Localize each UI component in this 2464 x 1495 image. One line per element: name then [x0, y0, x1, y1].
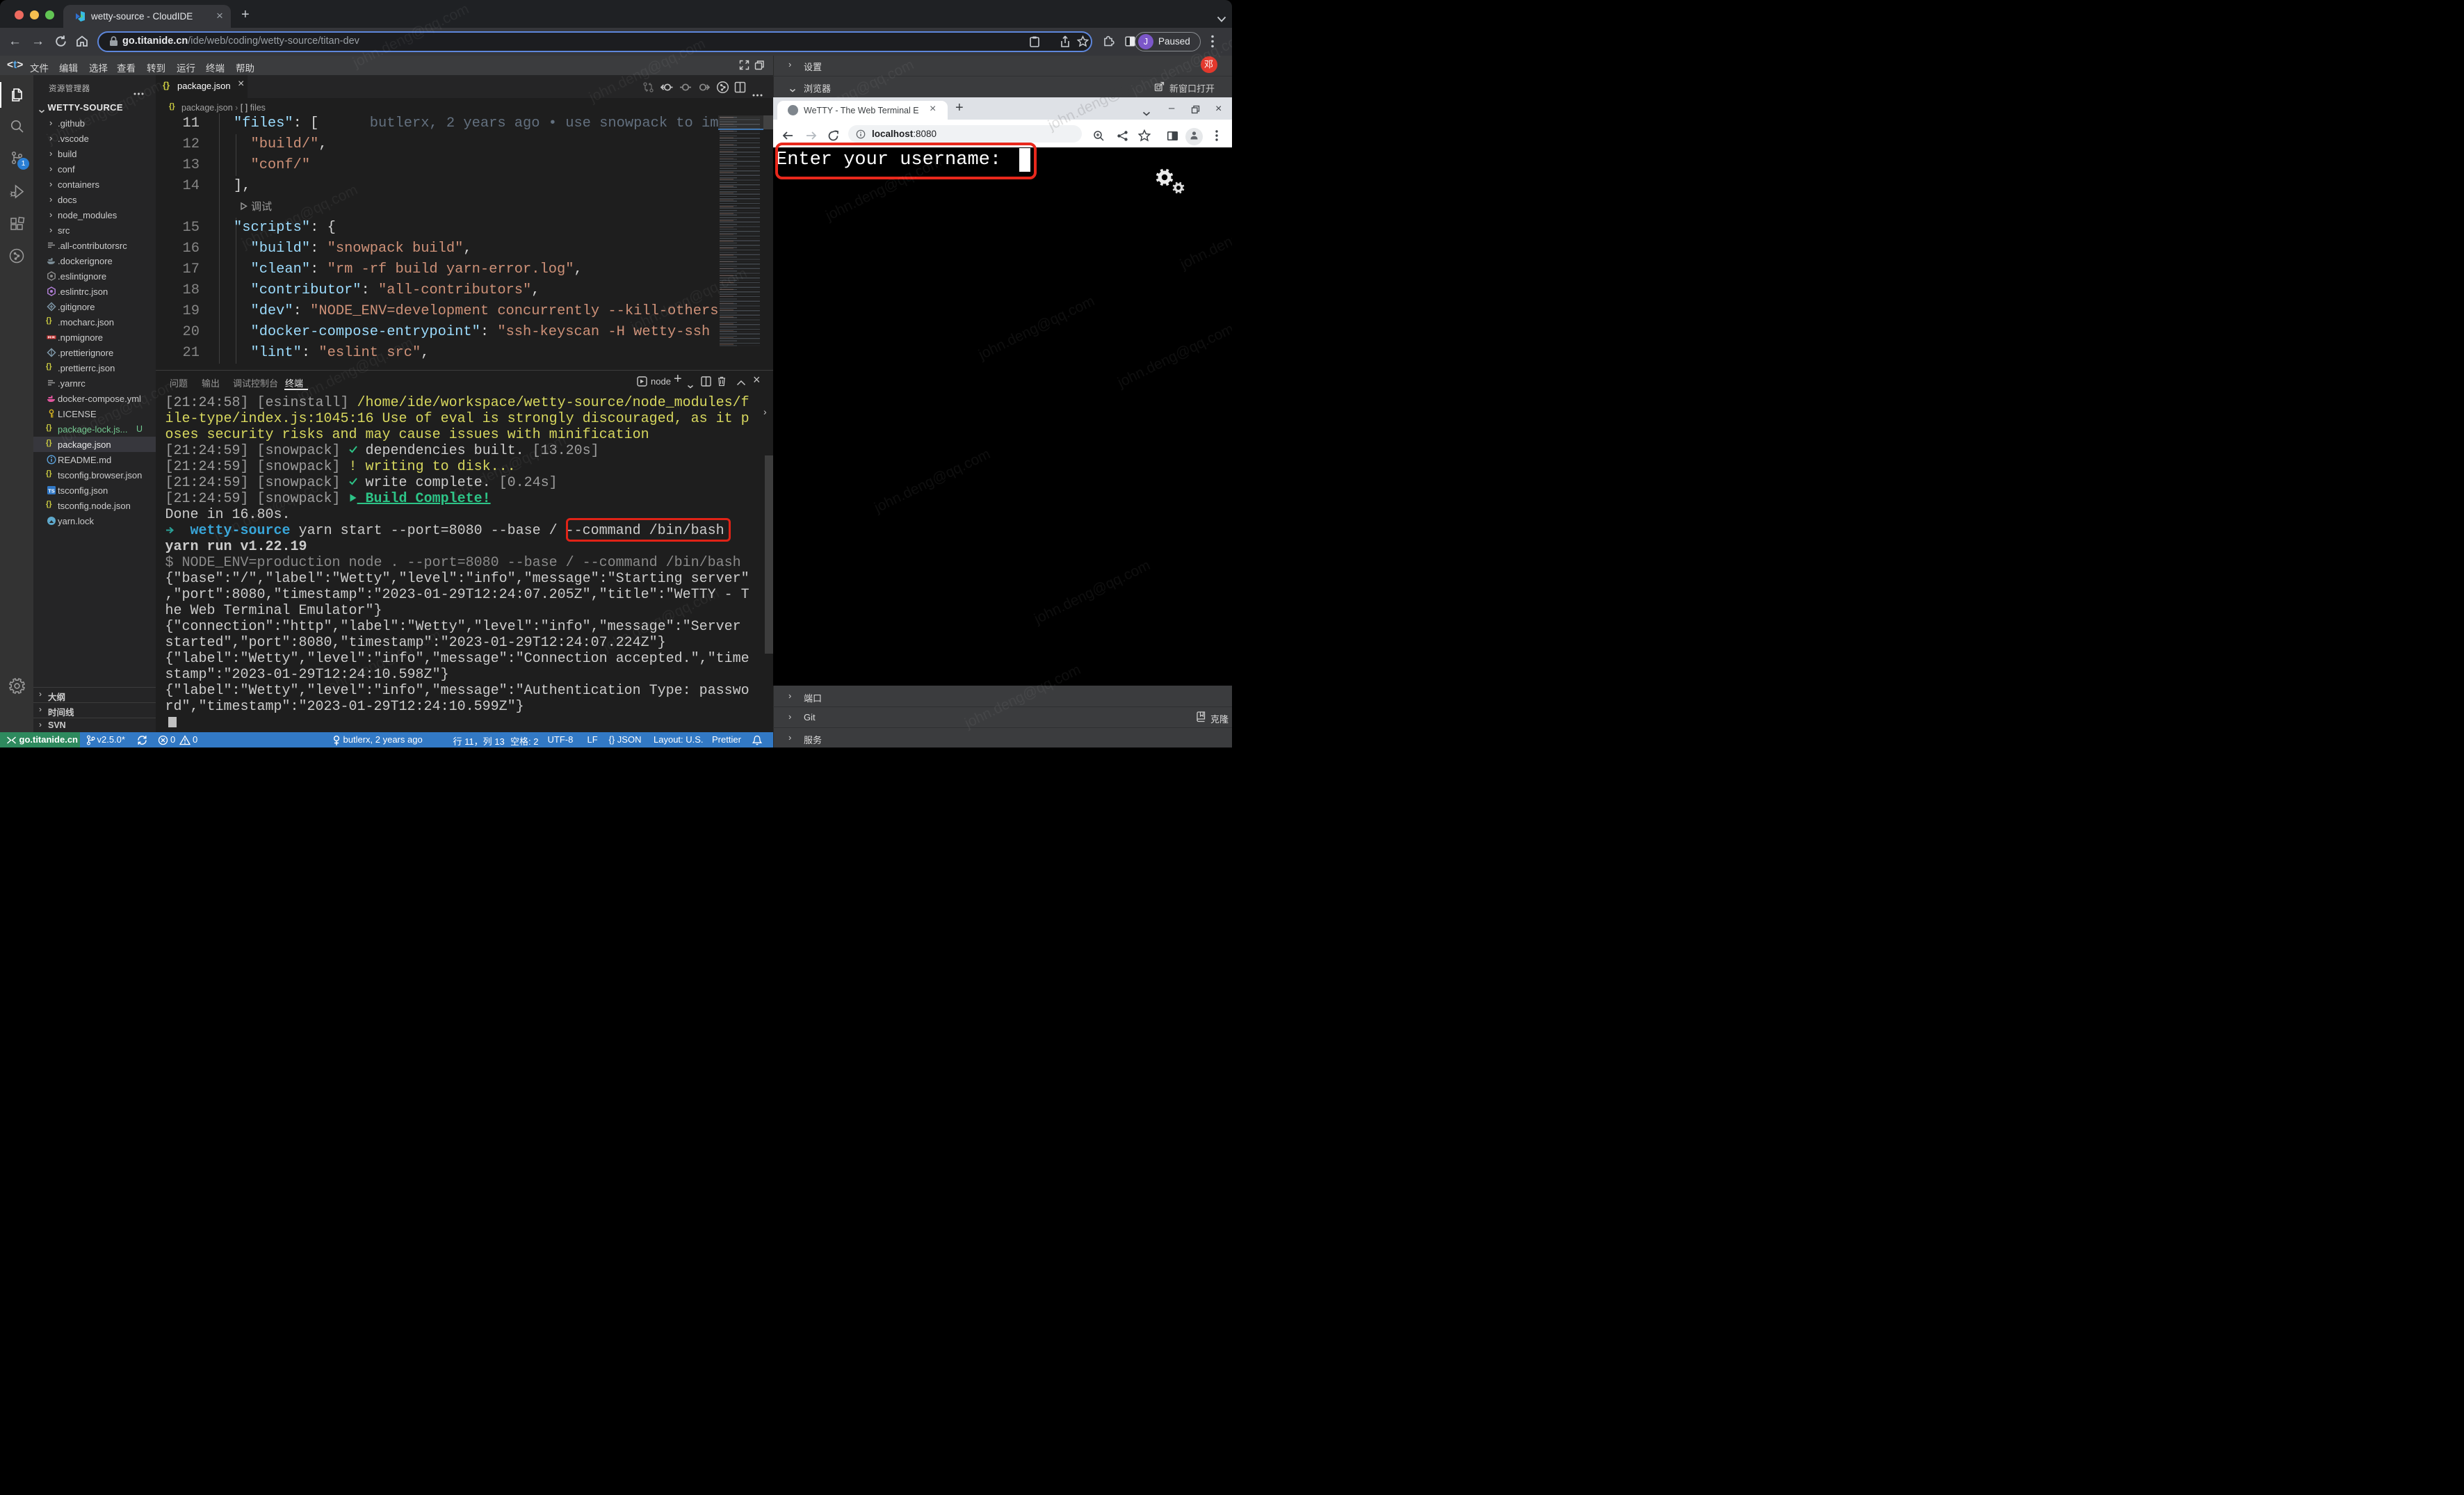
svg-text:TS: TS — [48, 488, 55, 494]
